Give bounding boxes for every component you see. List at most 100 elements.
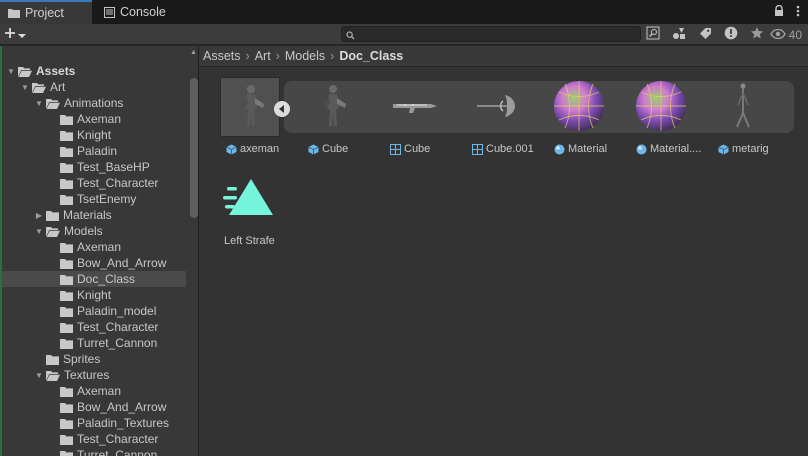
tree-item-assets[interactable]: ▼ Assets: [2, 63, 186, 79]
expand-arrow-down-icon[interactable]: ▼: [20, 83, 30, 92]
tree-item-textures[interactable]: ▼ Textures: [2, 367, 186, 383]
asset-label-left-strafe: Left Strafe: [224, 235, 275, 247]
tree-item-doc-class[interactable]: Doc_Class: [2, 271, 186, 287]
tree-item-label: TsetEnemy: [77, 192, 137, 206]
tree-item-bow-and-arrow[interactable]: Bow_And_Arrow: [2, 255, 186, 271]
tree-item-knight[interactable]: Knight: [2, 127, 186, 143]
tree-item-label: Assets: [36, 64, 76, 78]
tree-item-axeman[interactable]: Axeman: [2, 239, 186, 255]
breadcrumb-assets[interactable]: Assets: [203, 49, 241, 63]
mesh-icon: [390, 143, 401, 155]
tree-item-paladin-model[interactable]: Paladin_model: [2, 303, 186, 319]
tag-icon: [699, 27, 712, 43]
breadcrumb-doc-class[interactable]: Doc_Class: [339, 49, 403, 63]
scene-search-icon: [646, 26, 660, 43]
tree-item-label: Test_Character: [77, 320, 159, 334]
tree-item-bow-and-arrow[interactable]: Bow_And_Arrow: [2, 399, 186, 415]
folder-icon: [60, 450, 73, 456]
search-input[interactable]: [341, 26, 641, 42]
tree-item-label: Turret_Cannon: [77, 336, 158, 350]
console-icon: [104, 6, 115, 18]
tree-item-paladin[interactable]: Paladin: [2, 143, 186, 159]
alert-icon: [724, 26, 738, 43]
tree-item-label: Bow_And_Arrow: [77, 256, 167, 270]
tree-item-models[interactable]: ▼ Models: [2, 223, 186, 239]
tree-item-test-character[interactable]: Test_Character: [2, 175, 186, 191]
search-in-scene-button[interactable]: [640, 25, 666, 44]
asset-label-metarig-6: metarig: [718, 142, 769, 156]
asset-thumbnail-cube-1[interactable]: [303, 77, 363, 137]
tree-item-label: Textures: [64, 368, 110, 382]
expand-arrow-right-icon[interactable]: ▶: [34, 211, 44, 220]
tree-item-art[interactable]: ▼ Art: [2, 79, 186, 95]
breadcrumb-models[interactable]: Models: [285, 49, 325, 63]
tree-item-label: Axeman: [77, 112, 122, 126]
rifle-preview-icon: [391, 98, 439, 117]
scroll-up-arrow-icon[interactable]: ▲: [190, 49, 197, 56]
breadcrumb-art[interactable]: Art: [255, 49, 271, 63]
asset-thumbnail-cube-2[interactable]: [385, 77, 445, 137]
favorites-button[interactable]: [744, 25, 770, 44]
expand-arrow-down-icon[interactable]: ▼: [34, 227, 44, 236]
tree-item-tsetenemy[interactable]: TsetEnemy: [2, 191, 186, 207]
asset-label-text: Cube: [322, 143, 349, 155]
asset-label-cube-2: Cube: [390, 142, 430, 156]
folder-open-icon: [46, 370, 60, 381]
folder-icon: [60, 146, 73, 157]
more-options-icon[interactable]: [796, 5, 800, 20]
material-icon: [636, 144, 647, 155]
folder-icon: [60, 258, 73, 269]
tree-item-paladin-textures[interactable]: Paladin_Textures: [2, 415, 186, 431]
tree-item-label: Models: [64, 224, 103, 238]
tab-console[interactable]: Console: [96, 0, 186, 24]
tree-item-animations[interactable]: ▼ Animations: [2, 95, 186, 111]
folder-icon: [60, 386, 73, 397]
expand-arrow-down-icon[interactable]: ▼: [6, 67, 16, 76]
tree-item-label: Test_Character: [77, 176, 159, 190]
tree-scrollbar-thumb[interactable]: [190, 78, 198, 218]
sphere-preview-icon: [553, 80, 605, 135]
tree-item-axeman[interactable]: Axeman: [2, 383, 186, 399]
tree-item-test-basehp[interactable]: Test_BaseHP: [2, 159, 186, 175]
hidden-packages-toggle[interactable]: 40: [769, 25, 802, 44]
asset-label-text: Cube.001: [486, 143, 534, 155]
folder-icon: [8, 8, 20, 18]
folder-icon: [60, 290, 73, 301]
asset-thumbnail-metarig-6[interactable]: [713, 77, 773, 137]
folder-icon: [60, 306, 73, 317]
hidden-count: 40: [788, 27, 802, 42]
plus-icon: [4, 27, 16, 42]
asset-left-strafe[interactable]: [221, 177, 277, 223]
folder-icon: [60, 242, 73, 253]
asset-thumbnail-material-5[interactable]: [631, 77, 691, 137]
folder-open-icon: [18, 66, 32, 77]
tab-project-label: Project: [25, 6, 64, 20]
tree-item-label: Test_Character: [77, 432, 159, 446]
filter-by-type-button[interactable]: [666, 25, 692, 44]
folder-icon: [60, 322, 73, 333]
tree-item-test-character[interactable]: Test_Character: [2, 431, 186, 447]
tree-item-turret-cannon[interactable]: Turret_Cannon: [2, 335, 186, 351]
folder-icon: [46, 210, 59, 221]
create-asset-button[interactable]: [4, 25, 26, 44]
asset-label-text: axeman: [240, 143, 280, 155]
folder-open-icon: [46, 98, 60, 109]
tree-item-materials[interactable]: ▶ Materials: [2, 207, 186, 223]
eye-icon: [769, 28, 786, 42]
expand-arrow-down-icon[interactable]: ▼: [34, 371, 44, 380]
tab-project[interactable]: Project: [0, 0, 92, 24]
asset-thumbnail-material-4[interactable]: [549, 77, 609, 137]
tree-item-test-character[interactable]: Test_Character: [2, 319, 186, 335]
filter-by-log-button[interactable]: [718, 25, 744, 44]
tree-item-knight[interactable]: Knight: [2, 287, 186, 303]
lock-icon[interactable]: [774, 4, 784, 20]
expand-arrow-down-icon[interactable]: ▼: [34, 99, 44, 108]
asset-preview-axeman-0: [221, 77, 281, 137]
tree-item-turret-cannon[interactable]: Turret_Cannon: [2, 447, 186, 456]
tree-item-sprites[interactable]: Sprites: [2, 351, 186, 367]
filter-by-label-button[interactable]: [692, 25, 718, 44]
tree-item-axeman[interactable]: Axeman: [2, 111, 186, 127]
folder-icon: [60, 338, 73, 349]
folder-icon: [60, 114, 73, 125]
asset-thumbnail-cube-001-3[interactable]: [467, 77, 527, 137]
